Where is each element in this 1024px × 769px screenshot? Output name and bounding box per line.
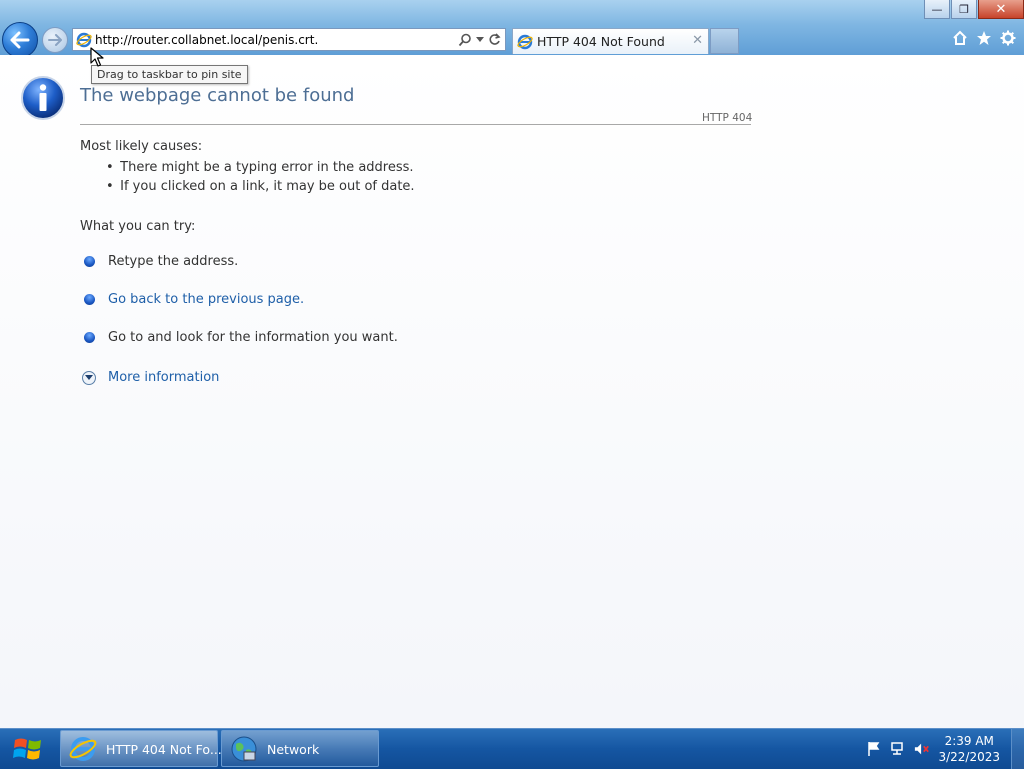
system-tray [866,741,930,757]
taskbar-item-label: HTTP 404 Not Fo... [106,742,222,757]
gear-icon[interactable] [1000,30,1016,46]
internet-explorer-icon [69,737,97,761]
favorites-star-icon[interactable] [976,30,992,46]
start-button[interactable] [0,729,56,769]
causes-heading: Most likely causes: [80,139,203,154]
internet-explorer-icon [76,32,92,48]
refresh-icon[interactable] [488,33,501,46]
title-divider [80,124,751,125]
try-text: Go to and look for the information you w… [108,330,398,345]
back-button[interactable] [2,22,38,58]
taskbar-item-label: Network [267,742,320,757]
chevron-down-icon [82,371,96,385]
restore-button[interactable]: ❐ [951,0,977,19]
url-input[interactable] [95,30,445,49]
search-icon[interactable] [458,33,472,47]
clock-time: 2:39 AM [944,734,994,748]
forward-arrow-icon [48,34,62,46]
action-center-flag-icon[interactable] [866,741,882,757]
tooltip: Drag to taskbar to pin site [91,65,248,84]
close-button[interactable]: ✕ [978,0,1024,19]
address-tools [458,31,501,48]
cause-text: There might be a typing error in the add… [120,160,414,175]
home-icon[interactable] [952,30,968,46]
tab-http-404[interactable]: HTTP 404 Not Found ✕ [512,28,709,54]
tab-close-icon[interactable]: ✕ [692,33,703,48]
address-bar[interactable] [72,28,506,51]
windows-logo-icon [13,738,41,760]
show-desktop-button[interactable] [1011,729,1024,769]
more-information-label[interactable]: More information [108,370,219,385]
cause-text: If you clicked on a link, it may be out … [120,179,415,194]
tab-title: HTTP 404 Not Found [537,34,665,49]
network-globe-icon [231,736,257,762]
try-heading: What you can try: [80,219,196,234]
taskbar-item-network[interactable]: Network [221,730,379,767]
go-back-link[interactable]: Go back to the previous page. [108,292,304,307]
taskbar: HTTP 404 Not Fo... Network 2:39 AM 3/22/… [0,728,1024,769]
back-arrow-icon [10,31,30,49]
browser-toolbar: — ❐ ✕ http://router.collabnet.local/peni… [0,0,1024,58]
command-icons [952,30,1016,46]
network-status-icon[interactable] [890,741,906,757]
bullet-icon [84,294,95,305]
internet-explorer-icon [517,34,533,50]
forward-button[interactable] [42,27,68,53]
new-tab-button[interactable] [710,28,739,54]
mouse-cursor-icon [90,47,104,67]
bullet-icon [84,332,95,343]
volume-muted-icon[interactable] [914,741,930,757]
bullet-icon [84,256,95,267]
page-title: The webpage cannot be found [80,85,355,106]
page-content: The webpage cannot be found HTTP 404 Mos… [0,47,1024,728]
dropdown-arrow-icon[interactable] [476,36,484,43]
taskbar-item-ie[interactable]: HTTP 404 Not Fo... [60,730,222,767]
info-icon [21,76,65,120]
http-status-code: HTTP 404 [702,112,753,124]
clock-date: 3/22/2023 [938,750,1000,764]
minimize-button[interactable]: — [924,0,950,19]
system-clock[interactable]: 2:39 AM 3/22/2023 [938,733,1000,765]
try-text: Retype the address. [108,254,239,269]
cause-item: • There might be a typing error in the a… [106,160,414,175]
cause-item: • If you clicked on a link, it may be ou… [106,179,415,194]
window-controls: — ❐ ✕ [923,0,1024,20]
